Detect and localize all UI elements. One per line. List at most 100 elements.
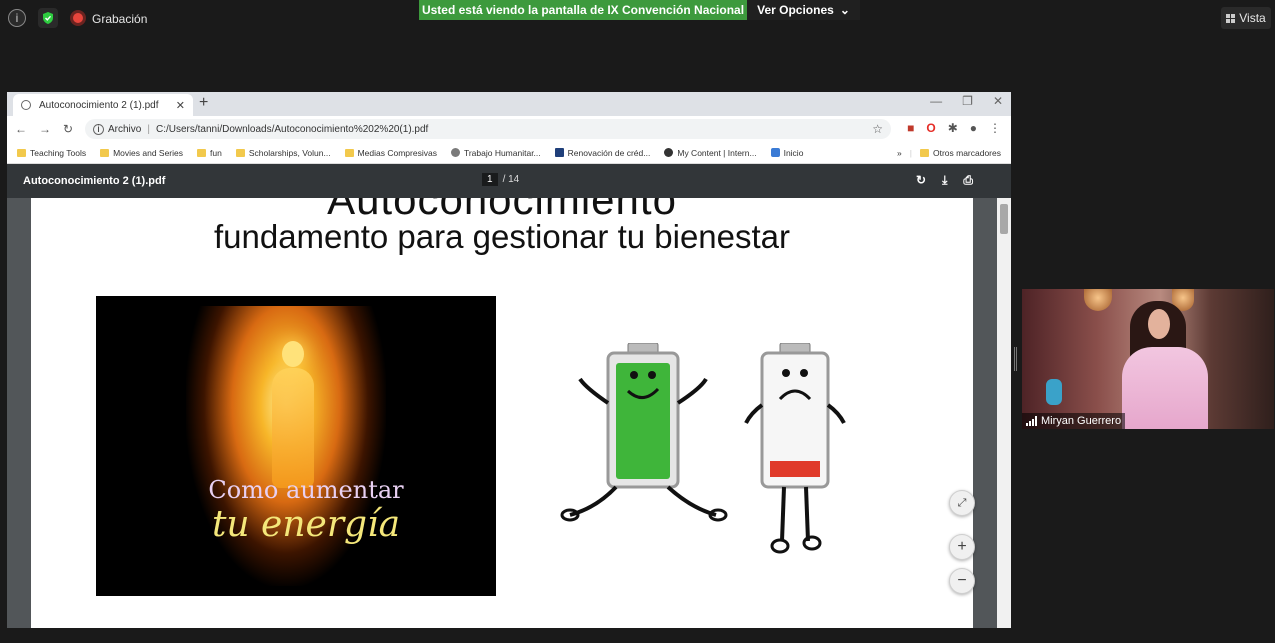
bookmarks-overflow-button[interactable]: »	[897, 148, 902, 158]
bookmark-label: Trabajo Humanitar...	[463, 147, 541, 158]
folder-icon	[344, 148, 354, 157]
pdf-page: Autoconocimiento fundamento para gestion…	[31, 198, 973, 628]
menu-icon[interactable]: ⋮	[989, 121, 1001, 135]
shield-icon[interactable]	[38, 8, 58, 28]
address-bar[interactable]: i Archivo | C:/Users/tanni/Downloads/Aut…	[85, 119, 891, 139]
vase-shape	[1046, 379, 1062, 405]
person-face	[1148, 309, 1170, 339]
image-text-bottom: tu energía	[211, 504, 401, 545]
person-body	[1122, 347, 1208, 429]
view-options-label: Ver Opciones	[757, 3, 834, 17]
close-tab-icon[interactable]: ✕	[176, 99, 185, 112]
print-icon[interactable]: ⎙	[963, 173, 973, 188]
folder-icon	[919, 148, 929, 157]
bookmark-label: Scholarships, Volun...	[248, 147, 331, 158]
minimize-icon[interactable]: —	[930, 94, 942, 108]
other-bookmarks[interactable]: Otros marcadores	[919, 147, 1001, 158]
page-number-input[interactable]: 1	[482, 173, 498, 186]
participant-name: Miryan Guerrero	[1041, 415, 1122, 427]
zoom-in-button[interactable]: +	[949, 534, 975, 560]
image-text-top: Como aumentar	[208, 476, 404, 504]
zoom-out-button[interactable]: −	[949, 568, 975, 594]
address-url: C:/Users/tanni/Downloads/Autoconocimient…	[155, 123, 429, 135]
participant-video[interactable]: Miryan Guerrero	[1022, 289, 1274, 429]
slide-subtitle: fundamento para gestionar tu bienestar	[213, 218, 791, 255]
zoom-top-bar: i Grabación Usted está viendo la pantall…	[0, 0, 1275, 36]
view-button[interactable]: Vista	[1221, 7, 1271, 29]
puzzle-icon[interactable]: ✱	[948, 121, 958, 135]
bookmark-label: fun	[210, 147, 222, 158]
download-icon[interactable]: ⤓	[942, 173, 947, 188]
grid-icon	[1226, 13, 1236, 23]
extension-icon[interactable]: ■	[907, 121, 914, 135]
bookmark-label: Inicio	[783, 147, 804, 158]
bookmark-item[interactable]: Trabajo Humanitar...	[450, 147, 541, 158]
bookmark-item[interactable]: Movies and Series	[100, 148, 183, 158]
participant-label: Miryan Guerrero	[1022, 413, 1126, 429]
folder-icon	[17, 148, 26, 157]
extensions-area: ■ O ✱ ● ⋮	[907, 121, 1001, 135]
pdf-tools: ↻ ⤓ ⎙	[916, 173, 973, 188]
bookmark-label: Teaching Tools	[30, 147, 87, 158]
close-window-icon[interactable]: ✕	[993, 94, 1003, 108]
page-total: / 14	[502, 174, 520, 185]
reload-icon[interactable]: ↻	[63, 122, 73, 136]
share-banner: Usted está viendo la pantalla de IX Conv…	[419, 0, 747, 20]
pdf-scrollbar[interactable]	[997, 198, 1011, 628]
other-bookmarks-label: Otros marcadores	[932, 147, 1001, 158]
browser-toolbar: ← → ↻ i Archivo | C:/Users/tanni/Downloa…	[7, 116, 1011, 142]
bookmarks-right: » | Otros marcadores	[897, 148, 1001, 158]
tab-title: Autoconocimiento 2 (1).pdf	[39, 99, 159, 111]
recording-icon	[70, 10, 86, 26]
restore-icon[interactable]: ❐	[962, 94, 973, 108]
bookmark-item[interactable]: fun	[197, 148, 222, 158]
bookmark-item[interactable]: Renovación de créd...	[554, 147, 651, 158]
new-tab-button[interactable]: +	[199, 94, 208, 112]
bookmark-item[interactable]: Medias Compresivas	[344, 147, 437, 158]
resize-handle[interactable]	[1014, 347, 1017, 371]
site-icon	[770, 148, 780, 157]
folder-icon	[235, 148, 245, 157]
bookmarks-separator: |	[909, 147, 912, 158]
figure-body	[272, 368, 314, 488]
bookmark-item[interactable]: Inicio	[770, 147, 804, 158]
info-icon[interactable]: i	[8, 9, 26, 27]
pdf-viewport[interactable]: Autoconocimiento fundamento para gestion…	[7, 198, 1011, 628]
battery-illustration	[560, 343, 846, 554]
figure-head	[282, 341, 304, 367]
fit-page-button[interactable]: ⤢	[949, 490, 975, 516]
rotate-icon[interactable]: ↻	[916, 173, 926, 188]
browser-window: Autoconocimiento 2 (1).pdf ✕ + — ❐ ✕ ← →…	[7, 92, 1011, 628]
bookmark-item[interactable]: Scholarships, Volun...	[235, 147, 331, 158]
site-icon	[664, 148, 674, 157]
pdf-toolbar: Autoconocimiento 2 (1).pdf 1 / 14 ↻ ⤓ ⎙	[7, 164, 1011, 198]
profile-icon[interactable]: ●	[970, 121, 977, 135]
folder-icon	[197, 148, 206, 157]
globe-icon	[21, 100, 31, 110]
bookmark-label: Renovación de créd...	[567, 147, 651, 158]
chevron-down-icon: ⌄	[839, 3, 850, 17]
browser-tab[interactable]: Autoconocimiento 2 (1).pdf ✕	[13, 94, 193, 116]
energy-image: Como aumentar tu energía	[96, 296, 496, 596]
view-options-button[interactable]: Ver Opciones ⌄	[747, 0, 860, 20]
address-prefix: Archivo	[108, 123, 142, 135]
folder-icon	[100, 148, 110, 157]
page-indicator: 1 / 14	[482, 173, 519, 186]
back-icon[interactable]: ←	[15, 122, 27, 136]
scrollbar-thumb[interactable]	[1000, 204, 1008, 234]
tab-bar: Autoconocimiento 2 (1).pdf ✕ + — ❐ ✕	[7, 92, 1011, 116]
forward-icon[interactable]: →	[39, 122, 51, 136]
opera-icon[interactable]: O	[926, 121, 935, 135]
low-battery-icon	[744, 343, 846, 554]
bookmark-label: Medias Compresivas	[357, 147, 437, 158]
bookmark-item[interactable]: My Content | Intern...	[664, 148, 757, 158]
bookmark-item[interactable]: Teaching Tools	[17, 148, 86, 158]
star-icon[interactable]: ☆	[872, 122, 883, 136]
recording-label: Grabación	[92, 12, 148, 26]
full-battery-icon	[560, 343, 728, 522]
pdf-filename: Autoconocimiento 2 (1).pdf	[23, 175, 166, 187]
globe-icon	[450, 148, 460, 157]
address-separator: |	[147, 123, 150, 135]
bookmarks-bar: Teaching Tools Movies and Series fun Sch…	[7, 142, 1011, 164]
info-icon[interactable]: i	[93, 123, 104, 135]
